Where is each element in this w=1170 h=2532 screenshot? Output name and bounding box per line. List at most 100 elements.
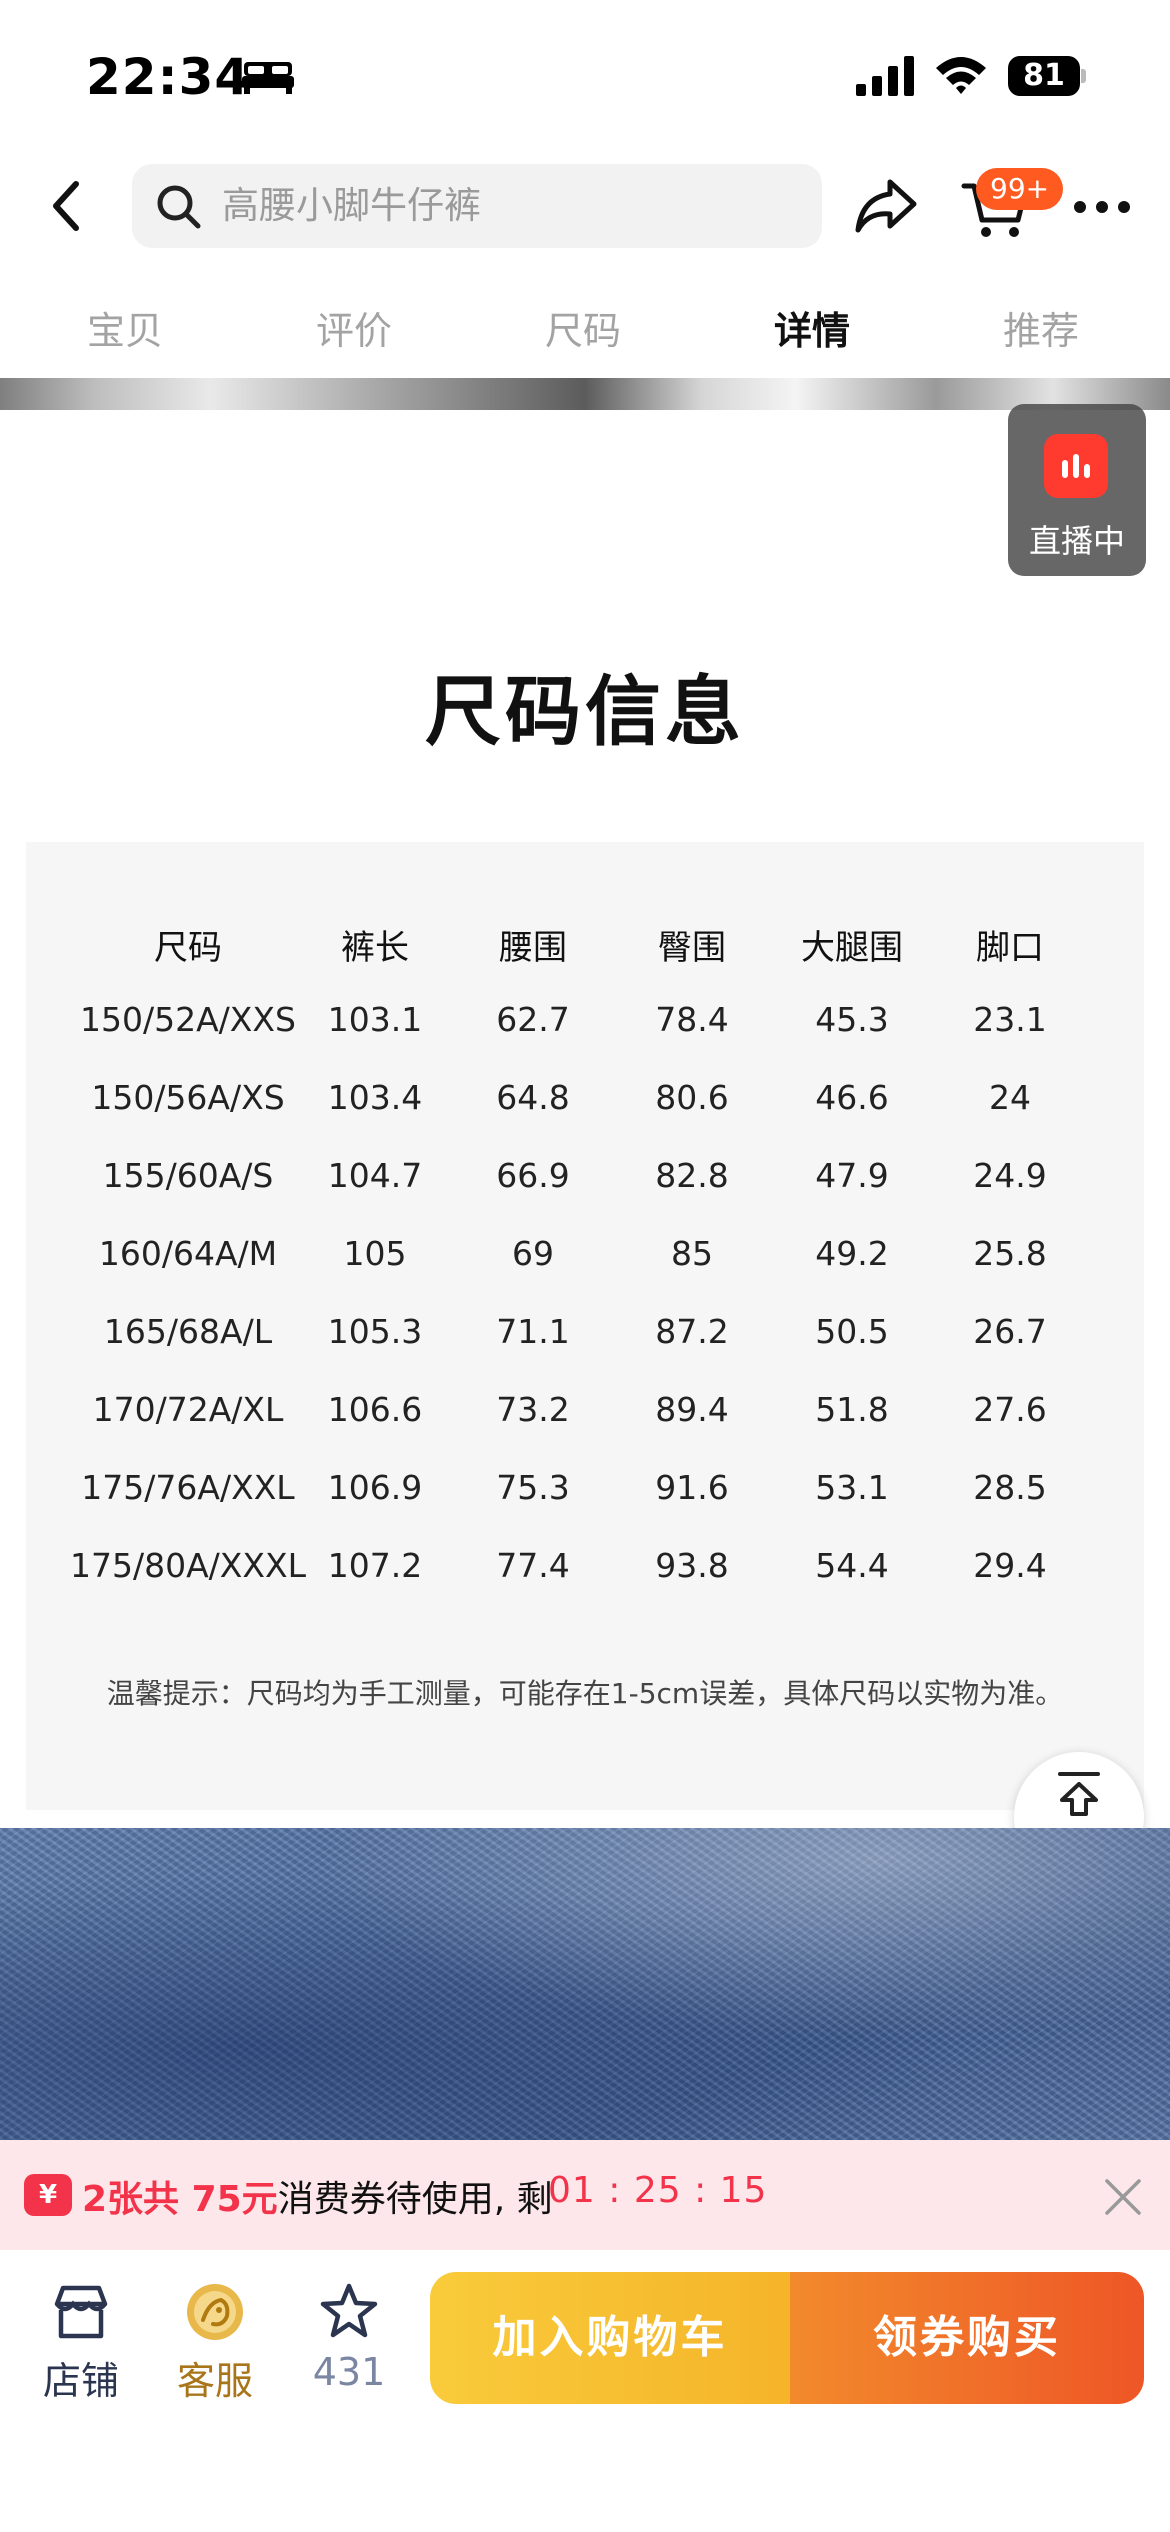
size-table-cell: 105 (343, 1234, 407, 1273)
coupon-icon: ¥ (24, 2174, 72, 2216)
size-table-cell: 28.5 (973, 1468, 1047, 1507)
back-icon[interactable] (46, 178, 86, 234)
back-to-top-icon (1058, 1772, 1100, 1816)
size-table-cell: 85 (671, 1234, 713, 1273)
size-table-cell: 150/52A/XXS (80, 1000, 296, 1039)
size-table-cell: 106.9 (327, 1468, 423, 1507)
size-table-cell: 54.4 (815, 1546, 889, 1585)
size-table-cell: 47.9 (815, 1156, 889, 1195)
coupon-highlight: 2张共 75元 (82, 2179, 278, 2220)
wifi-icon (936, 57, 986, 94)
cart-count-badge: 99+ (976, 168, 1064, 210)
size-table-header: 臀围 (658, 928, 726, 968)
size-table-cell: 46.6 (815, 1078, 889, 1117)
denim-fabric-image (0, 1828, 1170, 2140)
size-table-cell: 175/76A/XXL (81, 1468, 295, 1507)
size-table-cell: 50.5 (815, 1312, 889, 1351)
size-table-cell: 23.1 (973, 1000, 1047, 1039)
size-table-cell: 93.8 (655, 1546, 729, 1585)
star-icon (320, 2283, 378, 2338)
size-table-cell: 64.8 (496, 1078, 570, 1117)
buy-with-coupon-button[interactable]: 领券购买 (790, 2272, 1144, 2404)
size-table-header: 大腿围 (801, 928, 903, 968)
tab-details[interactable]: 详情 (732, 300, 892, 355)
size-table-cell: 175/80A/XXXL (70, 1546, 306, 1585)
size-table-cell: 27.6 (973, 1390, 1047, 1429)
size-table-cell: 80.6 (655, 1078, 729, 1117)
size-table-cell: 25.8 (973, 1234, 1047, 1273)
coupon-message: 消费券待使用, 剩 (277, 2179, 553, 2220)
battery-icon: 81 (1008, 56, 1086, 96)
size-table-cell: 29.4 (973, 1546, 1047, 1585)
bottom-action-bar: 店铺 客服 431 加入购物车 领券购买 (0, 2250, 1170, 2532)
size-table-cell: 66.9 (496, 1156, 570, 1195)
service-icon (187, 2284, 243, 2340)
search-bar[interactable]: 高腰小脚牛仔裤 (132, 164, 822, 248)
size-table-cell: 62.7 (496, 1000, 570, 1039)
size-table-cell: 165/68A/L (103, 1312, 273, 1351)
size-table-cell: 24.9 (973, 1156, 1047, 1195)
size-table-cell: 82.8 (655, 1156, 729, 1195)
tab-bar: 宝贝 评价 尺码 详情 推荐 (0, 290, 1170, 370)
battery-level: 81 (1008, 56, 1080, 96)
coupon-timer: 01 : 25 : 15 (548, 2170, 768, 2211)
tab-size[interactable]: 尺码 (503, 300, 663, 355)
favorite-count: 431 (312, 2350, 386, 2394)
product-image-strip (0, 378, 1170, 410)
customer-service-button[interactable]: 客服 (160, 2280, 270, 2405)
share-icon[interactable] (854, 176, 918, 236)
size-table-header: 腰围 (499, 928, 567, 968)
size-table-cell: 69 (512, 1234, 554, 1273)
service-label: 客服 (176, 2359, 253, 2403)
favorite-button[interactable]: 431 (294, 2280, 404, 2394)
live-badge[interactable]: 直播中 (1008, 404, 1146, 576)
size-table-cell: 107.2 (327, 1546, 423, 1585)
size-info-title: 尺码信息 (425, 667, 745, 756)
more-icon[interactable] (1072, 196, 1132, 218)
size-table-cell: 24 (989, 1078, 1031, 1117)
size-table-cell: 106.6 (327, 1390, 423, 1429)
size-table-cell: 77.4 (496, 1546, 570, 1585)
close-icon[interactable] (1104, 2178, 1142, 2216)
size-table-cell: 170/72A/XL (92, 1390, 284, 1429)
search-input[interactable]: 高腰小脚牛仔裤 (222, 182, 481, 230)
size-table-cell: 103.4 (327, 1078, 423, 1117)
bed-icon (242, 62, 294, 94)
size-table-cell: 104.7 (327, 1156, 423, 1195)
size-table-cell: 53.1 (815, 1468, 889, 1507)
size-table-header: 裤长 (341, 928, 409, 968)
signal-icon (856, 56, 914, 96)
status-time: 22:34 (86, 48, 251, 106)
add-to-cart-button[interactable]: 加入购物车 (430, 2272, 790, 2404)
size-table-cell: 73.2 (496, 1390, 570, 1429)
size-table-cell: 87.2 (655, 1312, 729, 1351)
tab-item[interactable]: 宝贝 (45, 300, 205, 355)
size-table-cell: 150/56A/XS (91, 1078, 285, 1117)
shop-label: 店铺 (42, 2359, 119, 2403)
shop-icon (54, 2285, 108, 2339)
size-table-header: 脚口 (976, 928, 1044, 968)
size-table-cell: 91.6 (655, 1468, 729, 1507)
size-note: 温馨提示：尺码均为手工测量，可能存在1-5cm误差，具体尺码以实物为准。 (106, 1677, 1064, 1710)
live-label: 直播中 (1028, 522, 1125, 560)
size-table-cell: 155/60A/S (102, 1156, 274, 1195)
search-icon (157, 185, 201, 229)
shop-button[interactable]: 店铺 (26, 2280, 136, 2405)
size-table-cell: 75.3 (496, 1468, 570, 1507)
size-table-cell: 45.3 (815, 1000, 889, 1039)
size-table-cell: 103.1 (327, 1000, 423, 1039)
status-bar: 22:34 81 (0, 0, 1170, 150)
size-table-cell: 89.4 (655, 1390, 729, 1429)
size-table-cell: 49.2 (815, 1234, 889, 1273)
size-table-cell: 51.8 (815, 1390, 889, 1429)
size-table-header: 尺码 (154, 928, 222, 968)
size-table-cell: 160/64A/M (98, 1234, 278, 1273)
size-table-cell: 26.7 (973, 1312, 1047, 1351)
coupon-text: 2张共 75元消费券待使用, 剩 (82, 2170, 553, 2222)
tab-recommend[interactable]: 推荐 (961, 300, 1121, 355)
coupon-bar[interactable]: ¥ 2张共 75元消费券待使用, 剩 01 : 25 : 15 (0, 2140, 1170, 2250)
size-table-cell: 78.4 (655, 1000, 729, 1039)
live-icon (1044, 434, 1108, 498)
size-table-cell: 71.1 (496, 1312, 570, 1351)
tab-reviews[interactable]: 评价 (274, 300, 434, 355)
